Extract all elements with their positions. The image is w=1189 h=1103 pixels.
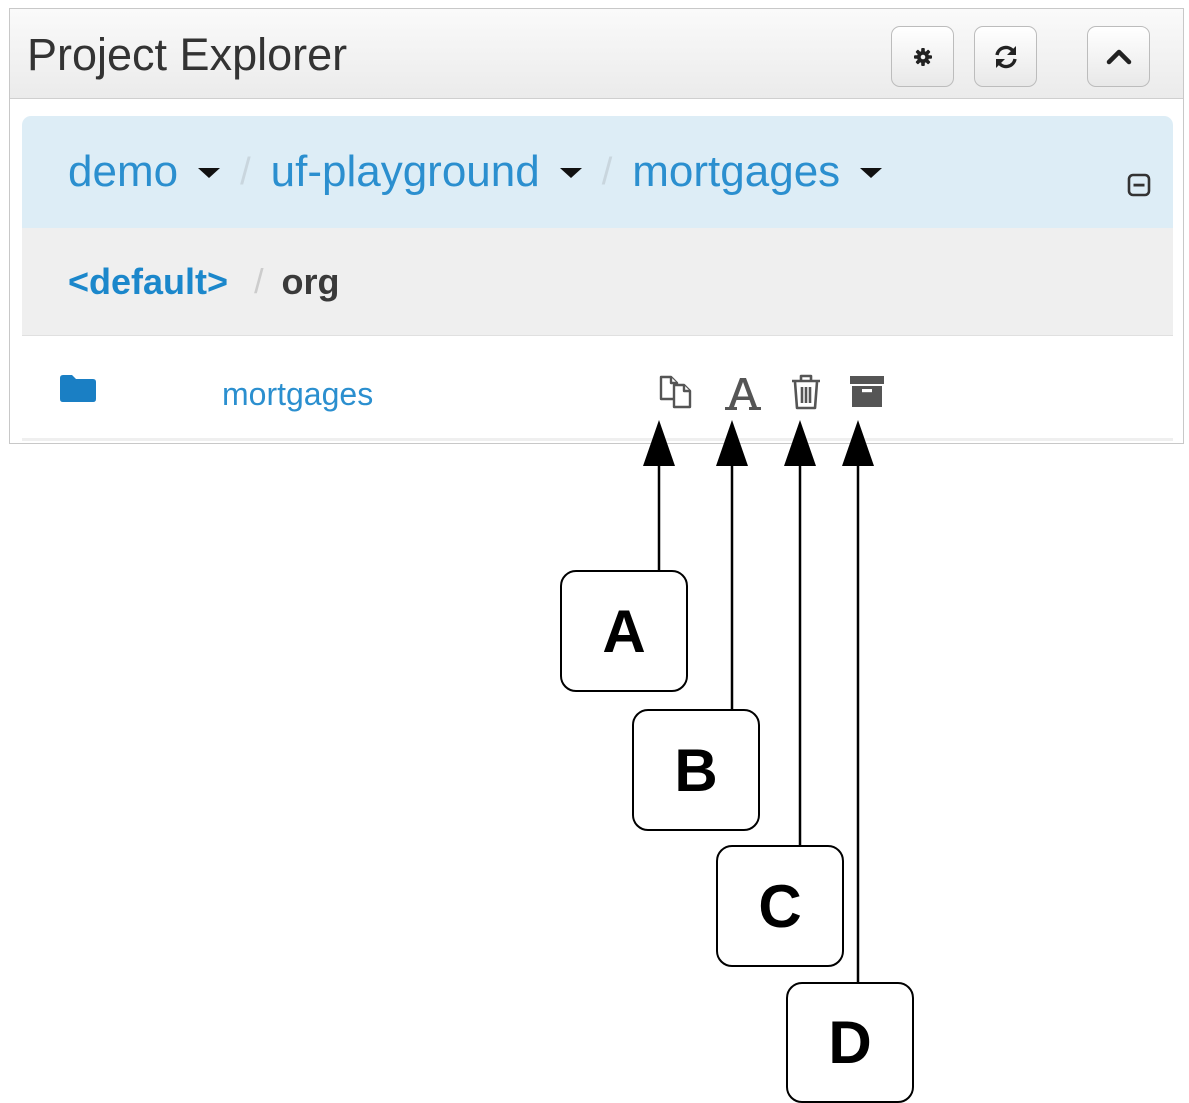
arrow-head-c xyxy=(784,420,816,466)
callout-c: C xyxy=(716,845,844,967)
callout-b: B xyxy=(632,709,760,831)
callout-arrows xyxy=(643,420,874,982)
arrow-head-b xyxy=(716,420,748,466)
arrow-head-d xyxy=(842,420,874,466)
callout-d: D xyxy=(786,982,914,1103)
arrow-head-a xyxy=(643,420,675,466)
callout-a: A xyxy=(560,570,688,692)
